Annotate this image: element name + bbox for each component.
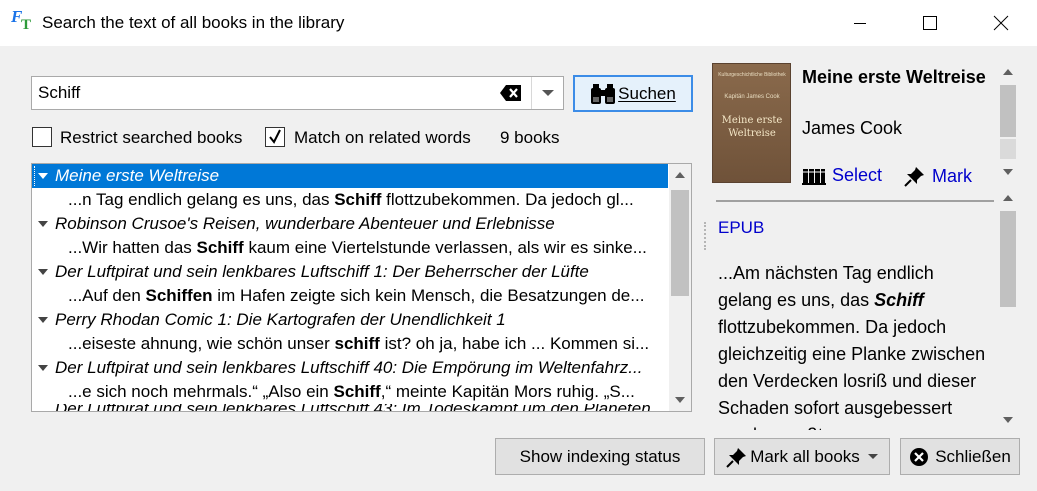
- details-scroll-up[interactable]: [998, 63, 1018, 81]
- preview-scroll-down[interactable]: [998, 411, 1018, 429]
- scroll-down-icon: [675, 397, 685, 403]
- focus-indicator: [34, 166, 36, 186]
- match-highlight: Schiff: [196, 238, 244, 257]
- restrict-books-label[interactable]: Restrict searched books: [60, 128, 242, 148]
- result-book-title: Der Luftpirat und sein lenkbares Luftsch…: [55, 358, 643, 377]
- details-scrollbar[interactable]: [998, 63, 1018, 431]
- close-icon: [993, 15, 1009, 31]
- expand-arrow-icon[interactable]: [38, 317, 48, 323]
- scroll-up-button[interactable]: [669, 164, 691, 186]
- preview-scroll-thumb[interactable]: [1000, 211, 1016, 307]
- result-book-title: Der Luftpirat und sein lenkbares Luftsch…: [55, 262, 589, 281]
- search-button[interactable]: Suchen: [573, 75, 693, 112]
- search-combobox[interactable]: [31, 76, 564, 110]
- book-count: 9 books: [500, 128, 560, 147]
- select-label[interactable]: Select: [832, 165, 882, 186]
- scroll-thumb[interactable]: [671, 190, 689, 296]
- checkmark-icon: [269, 129, 281, 144]
- match-preview: ...Am nächsten Tag endlich gelang es uns…: [718, 263, 986, 430]
- window-title: Search the text of all books in the libr…: [42, 13, 345, 32]
- result-book-row[interactable]: Robinson Crusoe's Reisen, wunderbare Abe…: [32, 212, 668, 236]
- result-book-title: Meine erste Weltreise: [55, 166, 220, 185]
- result-book-row[interactable]: Der Luftpirat und sein lenkbares Luftsch…: [32, 356, 668, 380]
- result-book-row[interactable]: Meine erste Weltreise: [32, 164, 668, 188]
- close-dialog-label: Schließen: [935, 446, 1011, 466]
- title-bar: F T Search the text of all books in the …: [0, 0, 1037, 46]
- mark-label[interactable]: Mark: [932, 166, 972, 187]
- expand-arrow-icon[interactable]: [38, 221, 48, 227]
- result-snippet-row[interactable]: ...Auf den Schiffen im Hafen zeigte sich…: [68, 284, 668, 308]
- preview-scroll-up[interactable]: [998, 189, 1018, 207]
- splitter-handle[interactable]: [704, 222, 706, 250]
- book-title: Meine erste Weltreise: [802, 67, 986, 87]
- match-highlight: Schiff: [333, 382, 381, 401]
- scroll-down-button[interactable]: [669, 389, 691, 411]
- result-snippet-row[interactable]: ...eiseste ahnung, wie schön unser schif…: [68, 332, 668, 356]
- related-words-label[interactable]: Match on related words: [294, 128, 471, 148]
- match-highlight: Schiff: [334, 190, 382, 209]
- select-book-link[interactable]: Select: [802, 165, 882, 186]
- expand-arrow-icon[interactable]: [38, 365, 48, 371]
- result-snippet-row[interactable]: ...Wir hatten das Schiff kaum eine Viert…: [68, 236, 668, 260]
- chevron-down-icon: [541, 90, 554, 96]
- preview-match: Schiff: [874, 290, 924, 310]
- scroll-down-icon: [1003, 169, 1013, 175]
- book-cover: Kulturgeschichtliche Bibliothek Kapitän …: [712, 63, 791, 183]
- panel-divider: [716, 200, 994, 202]
- mark-all-books-button[interactable]: Mark all books: [714, 438, 890, 475]
- result-book-title: Robinson Crusoe's Reisen, wunderbare Abe…: [55, 214, 555, 233]
- restrict-books-checkbox[interactable]: [32, 127, 52, 147]
- maximize-button[interactable]: [895, 0, 965, 46]
- expand-arrow-icon[interactable]: [38, 269, 48, 275]
- scroll-up-icon: [1003, 195, 1013, 201]
- details-top-scroll-down[interactable]: [998, 163, 1018, 181]
- book-author: James Cook: [802, 118, 903, 138]
- binoculars-icon: [591, 83, 616, 104]
- scroll-up-icon: [675, 172, 685, 178]
- scroll-up-icon: [1003, 69, 1013, 75]
- result-book-row[interactable]: Der Luftpirat und sein lenkbares Luftsch…: [32, 260, 668, 284]
- format-link-epub[interactable]: EPUB: [718, 218, 764, 238]
- clear-search-icon[interactable]: [500, 84, 522, 102]
- results-scrollbar[interactable]: [669, 164, 691, 411]
- partial-results-row[interactable]: Der Luftpirat und sein lenkbares Luftsch…: [32, 404, 668, 411]
- maximize-icon: [923, 16, 937, 30]
- result-book-title: Perry Rhodan Comic 1: Die Kartografen de…: [55, 310, 506, 329]
- app-icon: F T: [11, 7, 32, 33]
- pin-icon: [726, 447, 747, 468]
- search-input[interactable]: [36, 79, 491, 107]
- result-snippet-row[interactable]: ...n Tag endlich gelang es uns, das Schi…: [68, 188, 668, 212]
- expand-arrow-icon[interactable]: [38, 173, 48, 179]
- match-highlight: Schiffen: [145, 286, 213, 305]
- minimize-button[interactable]: [825, 0, 895, 46]
- dropdown-arrow-icon: [867, 453, 878, 459]
- details-top-thumb[interactable]: [1000, 85, 1016, 137]
- indexing-status-button[interactable]: Show indexing status: [495, 438, 705, 475]
- search-history-dropdown[interactable]: [531, 77, 563, 109]
- pin-icon: [904, 167, 924, 187]
- mark-all-label: Mark all books: [750, 446, 860, 466]
- results-tree[interactable]: Meine erste Weltreise ...n Tag endlich ge…: [31, 163, 692, 412]
- close-dialog-button[interactable]: Schließen: [900, 438, 1020, 475]
- search-button-label: Suchen: [618, 83, 676, 103]
- mark-book-link[interactable]: Mark: [904, 165, 972, 187]
- match-highlight: schiff: [334, 334, 380, 353]
- result-snippet-row[interactable]: ...e sich noch mehrmals.“ „Also ein Schi…: [68, 380, 668, 404]
- close-circle-icon: [910, 447, 929, 466]
- scroll-down-icon: [1003, 417, 1013, 423]
- minimize-icon: [854, 23, 866, 24]
- result-book-row[interactable]: Perry Rhodan Comic 1: Die Kartografen de…: [32, 308, 668, 332]
- indexing-status-label: Show indexing status: [519, 446, 681, 466]
- close-window-button[interactable]: [966, 0, 1036, 46]
- related-words-checkbox[interactable]: [265, 127, 285, 147]
- library-icon: [802, 168, 826, 185]
